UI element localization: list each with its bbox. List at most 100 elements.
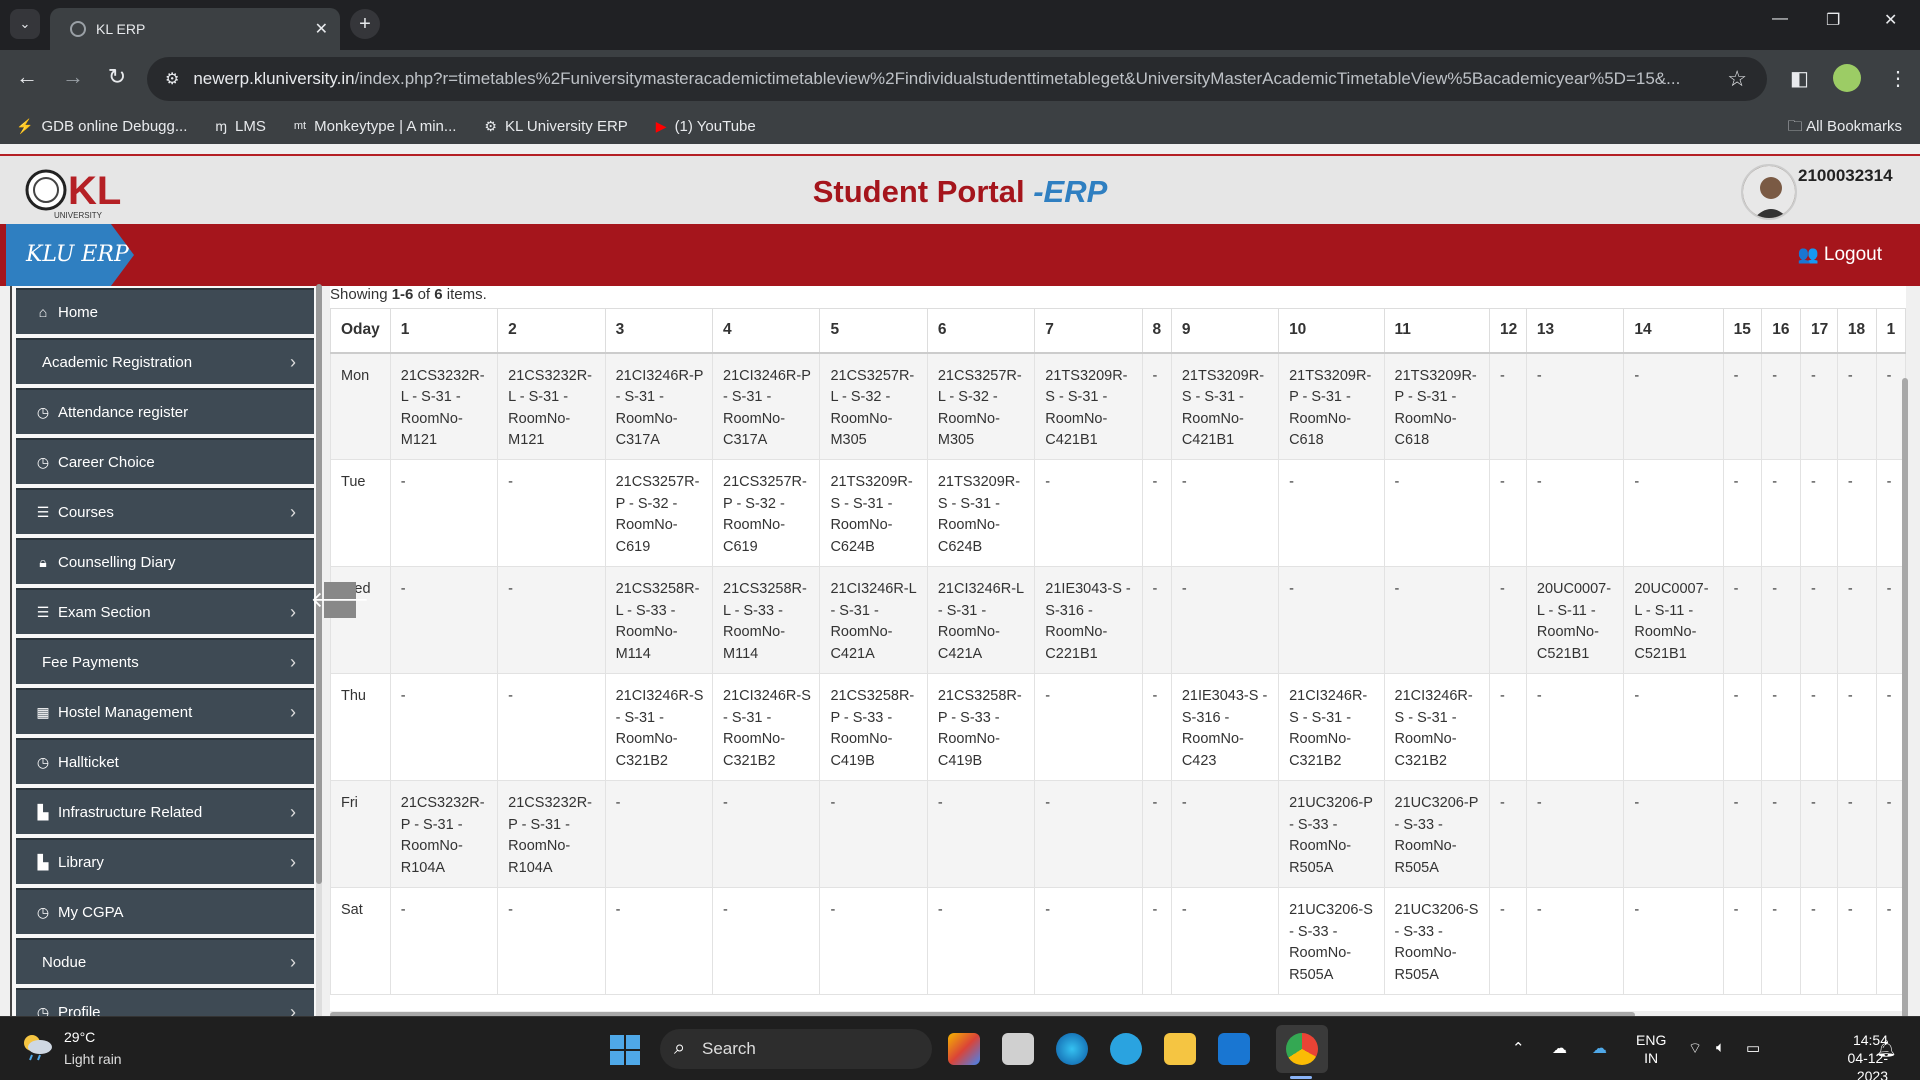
sidebar-scrollbar-thumb[interactable] — [316, 284, 322, 884]
column-header-period[interactable]: 16 — [1761, 308, 1801, 354]
maximize-icon[interactable]: ❐ — [1826, 10, 1840, 30]
telegram-icon[interactable] — [1110, 1033, 1142, 1065]
minimize-icon[interactable]: — — [1772, 10, 1788, 28]
timetable-cell: - — [1722, 887, 1763, 995]
url-text[interactable]: newerp.kluniversity.in/index.php?r=timet… — [193, 69, 1717, 89]
timetable-cell: - — [1141, 566, 1172, 674]
back-icon[interactable]: ← — [12, 64, 42, 90]
timetable-cell: - — [1799, 459, 1838, 567]
tab-search-button[interactable]: ⌄ — [10, 9, 40, 39]
column-header-period[interactable]: 1 — [1875, 308, 1906, 354]
weather-temperature[interactable]: 29°C — [64, 1029, 95, 1045]
sidebar-item-attendance-register[interactable]: ◷ Attendance register — [16, 388, 314, 434]
wifi-icon[interactable]: ⌔ — [1688, 1039, 1702, 1058]
forward-icon[interactable]: → — [58, 64, 88, 90]
all-bookmarks[interactable]: 🗀 All Bookmarks — [1788, 116, 1902, 141]
timetable-cell: 21CS3232R-L - S-31 - RoomNo-M121 — [497, 352, 606, 460]
column-header-period[interactable]: 10 — [1278, 308, 1385, 354]
weather-rain-icon[interactable] — [20, 1033, 54, 1061]
bookmark-gdb[interactable]: ⚡ GDB online Debugg... — [16, 118, 187, 135]
column-header-period[interactable]: 4 — [712, 308, 821, 354]
site-info-icon[interactable]: ⚙ — [165, 69, 179, 89]
day-cell: Thu — [330, 673, 391, 781]
sidebar-item-hallticket[interactable]: ◷ Hallticket — [16, 738, 314, 784]
brand-tag[interactable]: KLU ERP — [6, 224, 134, 286]
sidebar-item-nodue[interactable]: Nodue › — [16, 938, 314, 984]
column-header-period[interactable]: 13 — [1525, 308, 1625, 354]
column-header-period[interactable]: 1 — [389, 308, 499, 354]
column-header-period[interactable]: 9 — [1170, 308, 1280, 354]
table-row: Tue - -21CS3257R-P - S-32 - RoomNo-C619 21C… — [330, 459, 1906, 567]
mail-icon[interactable] — [1218, 1033, 1250, 1065]
chrome-icon[interactable] — [1286, 1033, 1318, 1065]
file-explorer-icon[interactable] — [1164, 1033, 1196, 1065]
timetable-cell: - — [1489, 566, 1527, 674]
column-header-period[interactable]: 14 — [1623, 308, 1724, 354]
sidebar-item-my-cgpa[interactable]: ◷ My CGPA — [16, 888, 314, 934]
timetable-cell: - — [1836, 673, 1877, 781]
chevron-up-icon[interactable]: ⌃ — [1512, 1039, 1525, 1057]
column-header-period[interactable]: 11 — [1383, 308, 1491, 354]
cloud-icon[interactable]: ☁ — [1552, 1039, 1567, 1057]
sidebar-item-home[interactable]: ⌂ Home — [16, 288, 314, 334]
logout-button[interactable]: 👥 Logout — [1798, 244, 1882, 266]
copilot-icon[interactable] — [948, 1033, 980, 1065]
column-header-period[interactable]: 8 — [1141, 308, 1172, 354]
browser-tab[interactable]: KL ERP ✕ — [50, 8, 340, 50]
clock-icon: ◷ — [36, 1003, 50, 1017]
menu-icon[interactable]: ⋮ — [1888, 66, 1908, 91]
reload-icon[interactable]: ↻ — [102, 64, 132, 90]
start-button[interactable] — [610, 1035, 640, 1065]
bookmark-kl-erp[interactable]: ⚙ KL University ERP — [484, 118, 627, 135]
onedrive-icon[interactable]: ☁ — [1592, 1039, 1607, 1057]
vertical-scrollbar-thumb[interactable] — [1902, 378, 1908, 1018]
tab-close-icon[interactable]: ✕ — [315, 19, 328, 39]
timetable-cell: 21CI3246R-S - S-31 - RoomNo-C321B2 — [712, 673, 821, 781]
side-panel-icon[interactable]: ◧ — [1790, 66, 1809, 91]
volume-icon[interactable]: 🔈︎ — [1716, 1039, 1725, 1056]
close-window-icon[interactable]: ✕ — [1884, 10, 1897, 30]
task-view-icon[interactable] — [1002, 1033, 1034, 1065]
bookmarks-bar: ⚡ GDB online Debugg... ɱ LMS mt Monkeytype … — [0, 108, 1920, 144]
back-arrow-icon[interactable]: 🡐 — [311, 582, 370, 618]
column-header-period[interactable]: 7 — [1034, 308, 1143, 354]
column-header-period[interactable]: 6 — [926, 308, 1036, 354]
sidebar-item-profile[interactable]: ◷ Profile › — [16, 988, 314, 1016]
new-tab-button[interactable]: + — [350, 9, 380, 39]
sidebar-item-courses[interactable]: ☰ Courses › — [16, 488, 314, 534]
timetable-cell: - — [1141, 459, 1172, 567]
language-indicator[interactable]: ENG IN — [1636, 1031, 1666, 1067]
sidebar-item-fee-payments[interactable]: Fee Payments › — [16, 638, 314, 684]
sidebar-item-career-choice[interactable]: ◷ Career Choice — [16, 438, 314, 484]
bookmark-monkeytype[interactable]: mt Monkeytype | A min... — [294, 118, 457, 135]
profile-avatar[interactable] — [1833, 64, 1861, 92]
avatar[interactable] — [1741, 164, 1797, 220]
column-header-period[interactable]: 3 — [604, 308, 714, 354]
edge-icon[interactable] — [1056, 1033, 1088, 1065]
column-header-period[interactable]: 18 — [1836, 308, 1877, 354]
bookmark-star-icon[interactable]: ☆ — [1727, 66, 1747, 92]
notification-bell-icon[interactable]: 🔔︎ — [1876, 1039, 1896, 1059]
timetable-cell: 21UC3206-S - S-33 - RoomNo-R505A — [1278, 887, 1385, 995]
column-header-period[interactable]: 17 — [1799, 308, 1838, 354]
sidebar-item-infrastructure-related[interactable]: ▙ Infrastructure Related › — [16, 788, 314, 834]
column-header-period[interactable]: 15 — [1722, 308, 1763, 354]
column-header-day[interactable]: Oday — [330, 308, 391, 354]
timetable-cell: - — [1489, 780, 1527, 888]
timetable-cell: - — [712, 780, 821, 888]
sidebar-item-counselling-diary[interactable]: 🔒︎ Counselling Diary — [16, 538, 314, 584]
column-header-period[interactable]: 12 — [1489, 308, 1527, 354]
sidebar-item-exam-section[interactable]: ☰ Exam Section › — [16, 588, 314, 634]
column-header-period[interactable]: 5 — [819, 308, 928, 354]
sidebar-item-academic-registration[interactable]: Academic Registration › — [16, 338, 314, 384]
bookmark-youtube[interactable]: ▶ (1) YouTube — [656, 118, 756, 135]
weather-description[interactable]: Light rain — [64, 1051, 122, 1067]
sidebar-item-library[interactable]: ▙ Library › — [16, 838, 314, 884]
bookmark-lms[interactable]: ɱ LMS — [215, 118, 266, 135]
timetable-cell: 20UC0007-L - S-11 - RoomNo-C521B1 — [1525, 566, 1625, 674]
address-bar[interactable]: ⚙ newerp.kluniversity.in/index.php?r=tim… — [147, 57, 1767, 101]
timetable-cell: - — [1761, 459, 1801, 567]
sidebar-item-hostel-management[interactable]: ▦ Hostel Management › — [16, 688, 314, 734]
battery-icon[interactable]: ▭ — [1746, 1039, 1760, 1057]
column-header-period[interactable]: 2 — [497, 308, 606, 354]
